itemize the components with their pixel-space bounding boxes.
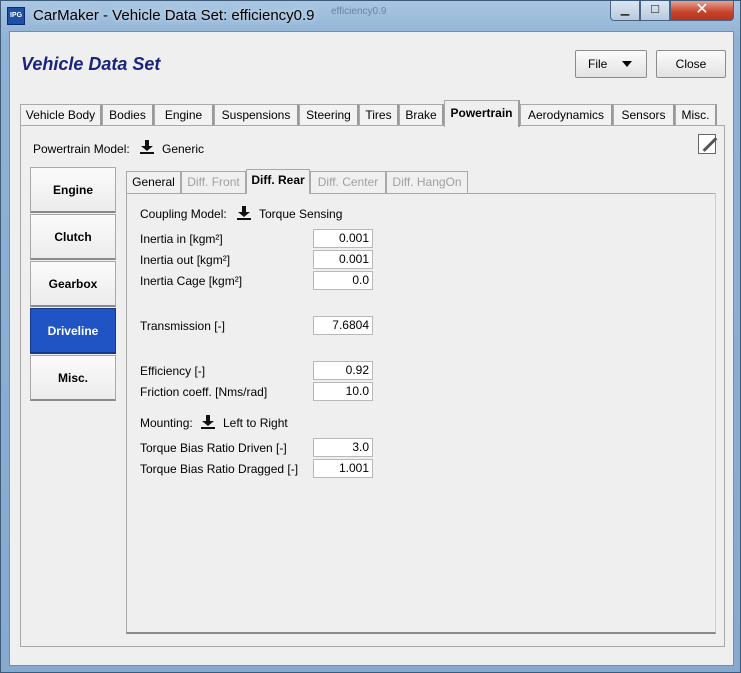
tab-powertrain[interactable]: Powertrain: [444, 100, 520, 127]
inertia-out-field[interactable]: 0.001: [313, 250, 373, 269]
title-bar[interactable]: IPG CarMaker - Vehicle Data Set: efficie…: [1, 1, 740, 31]
inertia-out-label: Inertia out [kgm²]: [140, 253, 231, 267]
window-close-button[interactable]: ✕: [670, 1, 734, 21]
tbr-driven-field[interactable]: 3.0: [313, 438, 373, 457]
download-icon[interactable]: [237, 206, 251, 220]
tab-vehicle-body[interactable]: Vehicle Body: [20, 104, 102, 126]
inertia-in-field[interactable]: 0.001: [313, 229, 373, 248]
triangle-down-icon: [622, 61, 632, 67]
maximize-button[interactable]: ☐: [640, 1, 670, 21]
friction-coeff-label: Friction coeff. [Nms/rad]: [140, 385, 268, 399]
page-title: Vehicle Data Set: [21, 54, 161, 74]
download-icon[interactable]: [201, 415, 215, 429]
coupling-model-value[interactable]: Torque Sensing: [259, 207, 342, 221]
transmission-label: Transmission [-]: [140, 319, 225, 333]
inertia-cage-field[interactable]: 0.0: [313, 271, 373, 290]
subtab-diff-rear[interactable]: Diff. Rear: [246, 169, 310, 194]
sidebar-item-clutch[interactable]: Clutch: [30, 214, 116, 260]
tab-sensors[interactable]: Sensors: [613, 104, 675, 126]
friction-coeff-field[interactable]: 10.0: [313, 382, 373, 401]
coupling-model-label: Coupling Model:: [140, 207, 227, 221]
sidebar-item-misc[interactable]: Misc.: [30, 355, 116, 401]
tab-aerodynamics[interactable]: Aerodynamics: [520, 104, 613, 126]
file-menu-button[interactable]: File: [575, 50, 647, 78]
powertrain-model-label: Powertrain Model:: [33, 142, 130, 156]
transmission-field[interactable]: 7.6804: [313, 316, 373, 335]
mounting-value[interactable]: Left to Right: [223, 416, 288, 430]
title-ghost-text: efficiency0.9: [331, 6, 387, 17]
sidebar-item-gearbox[interactable]: Gearbox: [30, 261, 116, 307]
mounting-label: Mounting:: [140, 416, 193, 430]
download-icon[interactable]: [140, 140, 154, 154]
subtab-diff-front[interactable]: Diff. Front: [181, 171, 246, 193]
driveline-tab-bar: General Diff. Front Diff. Rear Diff. Cen…: [126, 169, 716, 194]
subtab-diff-hangon[interactable]: Diff. HangOn: [386, 171, 468, 193]
minimize-button[interactable]: ▁: [610, 1, 640, 21]
edit-notes-icon[interactable]: [698, 134, 718, 154]
sidebar-item-engine[interactable]: Engine: [30, 167, 116, 213]
tab-tires[interactable]: Tires: [359, 104, 399, 126]
tbr-dragged-label: Torque Bias Ratio Dragged [-]: [140, 462, 299, 476]
app-logo-icon: IPG: [7, 7, 25, 25]
close-button[interactable]: Close: [656, 50, 726, 78]
tbr-driven-label: Torque Bias Ratio Driven [-]: [140, 441, 287, 455]
tab-engine[interactable]: Engine: [154, 104, 214, 126]
tab-misc[interactable]: Misc.: [675, 104, 717, 126]
tab-steering[interactable]: Steering: [299, 104, 359, 126]
inertia-in-label: Inertia in [kgm²]: [140, 232, 223, 246]
subtab-general[interactable]: General: [126, 171, 181, 193]
tab-bodies[interactable]: Bodies: [102, 104, 154, 126]
main-tab-bar: Vehicle Body Bodies Engine Suspensions S…: [20, 100, 720, 127]
window-title: CarMaker - Vehicle Data Set: efficiency0…: [33, 7, 315, 24]
efficiency-field[interactable]: 0.92: [313, 361, 373, 380]
tab-brake[interactable]: Brake: [399, 104, 444, 126]
file-button-label: File: [588, 57, 608, 71]
tbr-dragged-field[interactable]: 1.001: [313, 459, 373, 478]
client-area: Vehicle Data Set File Close Vehicle Body…: [9, 31, 734, 666]
efficiency-label: Efficiency [-]: [140, 364, 206, 378]
sidebar-item-driveline[interactable]: Driveline: [30, 308, 116, 354]
subtab-diff-center[interactable]: Diff. Center: [310, 171, 386, 193]
inertia-cage-label: Inertia Cage [kgm²]: [140, 274, 243, 288]
tab-suspensions[interactable]: Suspensions: [214, 104, 299, 126]
powertrain-model-value[interactable]: Generic: [162, 142, 204, 156]
app-window: IPG CarMaker - Vehicle Data Set: efficie…: [0, 0, 741, 673]
